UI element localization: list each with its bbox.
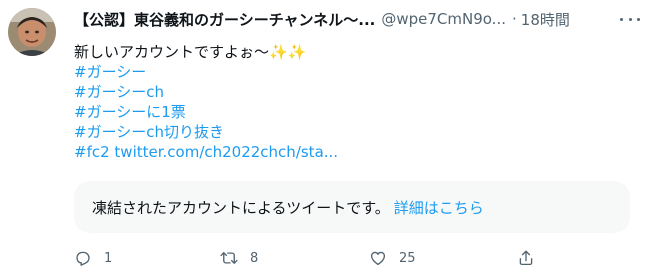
tweet-text: 新しいアカウントですよぉ〜✨✨ #ガーシー #ガーシーch #ガーシーに1票 #…: [74, 42, 634, 162]
tweet-actions: 1 8 25: [74, 248, 554, 268]
like-count: 25: [399, 250, 416, 266]
reply-button[interactable]: 1: [74, 248, 112, 268]
like-button[interactable]: 25: [369, 248, 416, 268]
retweet-icon: [220, 252, 238, 264]
notice-text: 凍結されたアカウントによるツイートです。: [92, 198, 390, 217]
share-button[interactable]: [517, 248, 535, 268]
reply-count: 1: [104, 250, 113, 266]
user-handle[interactable]: @wpe7CmN9o...: [381, 10, 506, 28]
hashtag-link[interactable]: #fc2: [74, 143, 110, 161]
tweet-time[interactable]: 18時間: [521, 9, 570, 30]
tweet-link-line: #fc2 twitter.com/ch2022chch/sta...: [74, 142, 634, 162]
hashtag-link[interactable]: #ガーシー: [74, 62, 634, 82]
tweet-header: 【公認】東谷義和のガーシーチャンネル〜... @wpe7CmN9o... · 1…: [74, 6, 640, 32]
more-icon[interactable]: [620, 9, 640, 29]
hashtag-link[interactable]: #ガーシーch切り抜き: [74, 122, 634, 142]
tweet-body: 【公認】東谷義和のガーシーチャンネル〜... @wpe7CmN9o... · 1…: [74, 6, 640, 162]
like-icon: [370, 251, 386, 266]
avatar-image: [8, 8, 56, 56]
reply-icon: [76, 251, 90, 266]
notice-details-link[interactable]: 詳細はこちら: [394, 197, 484, 218]
hashtag-link[interactable]: #ガーシーch: [74, 82, 634, 102]
tweet-text-line: 新しいアカウントですよぉ〜✨✨: [74, 43, 307, 61]
tweet-url-link[interactable]: twitter.com/ch2022chch/sta...: [114, 143, 338, 161]
avatar[interactable]: [8, 8, 56, 56]
share-icon: [519, 250, 533, 266]
retweet-count: 8: [250, 250, 259, 266]
hashtag-link[interactable]: #ガーシーに1票: [74, 102, 634, 122]
retweet-button[interactable]: 8: [220, 248, 258, 268]
separator-dot: ·: [512, 10, 517, 28]
display-name[interactable]: 【公認】東谷義和のガーシーチャンネル〜...: [74, 9, 375, 30]
suspended-account-notice: 凍結されたアカウントによるツイートです。 詳細はこちら: [74, 181, 630, 233]
tweet[interactable]: 【公認】東谷義和のガーシーチャンネル〜... @wpe7CmN9o... · 1…: [0, 0, 645, 278]
